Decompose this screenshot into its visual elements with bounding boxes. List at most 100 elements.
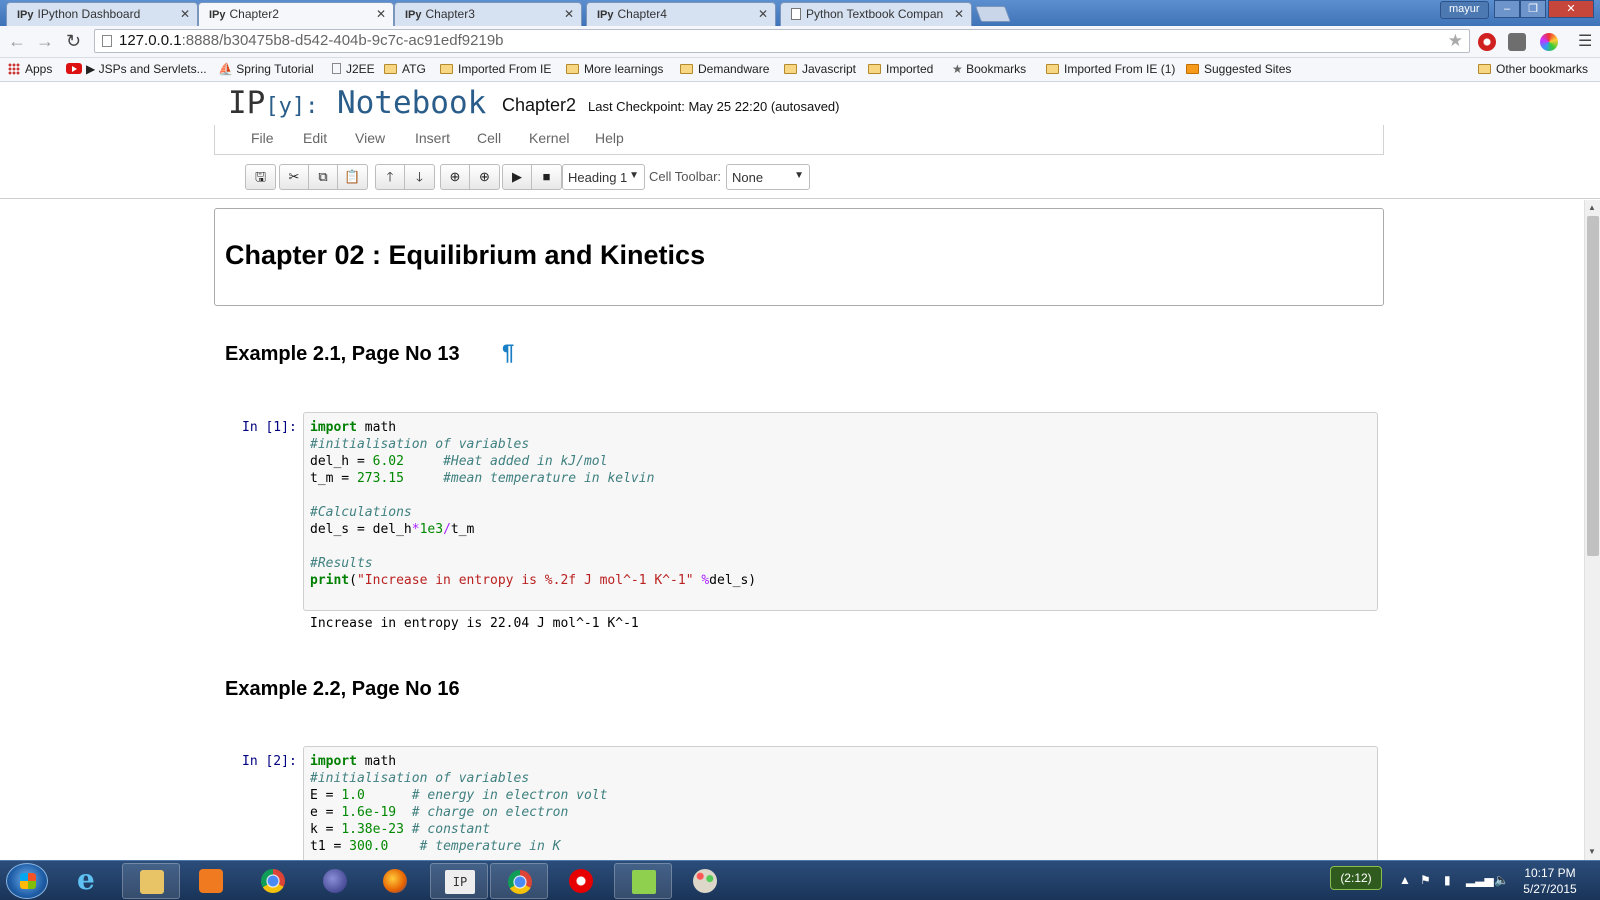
back-arrow-icon[interactable]: ←: [8, 31, 26, 52]
bookmark-javascript[interactable]: Javascript: [784, 62, 856, 76]
menu-edit[interactable]: Edit: [303, 130, 327, 146]
close-tab-icon[interactable]: ✕: [758, 7, 768, 21]
taskbar-chrome-active[interactable]: [490, 863, 548, 899]
folder-icon: [1478, 64, 1491, 74]
action-center-flag-icon[interactable]: ⚑: [1420, 873, 1431, 887]
page-icon: [791, 8, 801, 20]
tab-chapter3[interactable]: IPy Chapter3 ✕: [394, 2, 582, 26]
page-icon: [102, 35, 112, 47]
bookmark-j2ee[interactable]: J2EE: [332, 62, 375, 76]
browser-toolbar: ← → ↻ 127.0.0.1:8888/b30475b8-d542-404b-…: [0, 26, 1600, 58]
volume-icon[interactable]: 🔈: [1494, 873, 1509, 887]
tab-chapter2[interactable]: IPy Chapter2 ✕: [198, 2, 394, 26]
menu-help[interactable]: Help: [595, 130, 624, 146]
browser-tab-strip: IPy IPython Dashboard ✕ IPy Chapter2 ✕ IPy…: [0, 0, 1600, 26]
notebook-name[interactable]: Chapter2: [502, 95, 576, 116]
scrollbar-thumb[interactable]: [1587, 216, 1599, 556]
tab-python-textbook[interactable]: Python Textbook Compan ✕: [780, 2, 972, 26]
close-tab-icon[interactable]: ✕: [180, 7, 190, 21]
restore-icon[interactable]: ❐: [1520, 0, 1546, 18]
taskbar-vodafone[interactable]: [552, 863, 610, 899]
run-icon[interactable]: ▶: [503, 165, 532, 189]
code-editor-2[interactable]: import math #initialisation of variables…: [310, 753, 607, 855]
close-tab-icon[interactable]: ✕: [564, 7, 574, 21]
paste-icon[interactable]: 📋: [338, 165, 367, 189]
bookmark-other-bookmarks[interactable]: Other bookmarks: [1478, 62, 1588, 76]
code-editor-1[interactable]: import math #initialisation of variables…: [310, 419, 756, 589]
bookmark-bookmarks[interactable]: ★ Bookmarks: [952, 62, 1026, 76]
chrome-menu-icon[interactable]: ☰: [1578, 31, 1592, 51]
close-tab-icon[interactable]: ✕: [954, 7, 964, 21]
stop-icon[interactable]: ■: [532, 165, 561, 189]
taskbar-file-explorer[interactable]: [122, 863, 180, 899]
bookmark-atg[interactable]: ATG: [384, 62, 426, 76]
bookmark-suggested-sites[interactable]: Suggested Sites: [1186, 62, 1291, 76]
ipython-logo[interactable]: IP[y]: Notebook: [228, 85, 486, 121]
reload-icon[interactable]: ↻: [66, 31, 81, 52]
extension-icon[interactable]: [1508, 33, 1526, 51]
chevron-down-icon: ▼: [629, 170, 639, 181]
adblock-icon[interactable]: [1478, 33, 1496, 51]
bookmark-imported-from-ie-1[interactable]: Imported From IE (1): [1046, 62, 1175, 76]
insert-below-icon[interactable]: ⊕: [470, 165, 499, 189]
taskbar-charts-app[interactable]: [614, 863, 672, 899]
window-close-icon[interactable]: ✕: [1548, 0, 1594, 18]
bookmark-imported[interactable]: Imported: [868, 62, 933, 76]
page-scrollbar[interactable]: ▲ ▼: [1584, 200, 1600, 860]
tab-ipython-dashboard[interactable]: IPy IPython Dashboard ✕: [6, 2, 198, 26]
bookmark-spring[interactable]: ⛵ Spring Tutorial: [218, 62, 314, 76]
anchor-link-icon[interactable]: ¶: [502, 340, 514, 366]
network-signal-icon[interactable]: ▂▃▅: [1466, 873, 1494, 887]
address-bar[interactable]: 127.0.0.1:8888/b30475b8-d542-404b-9c7c-a…: [94, 29, 1470, 53]
taskbar-paint[interactable]: [676, 863, 734, 899]
tab-chapter4[interactable]: IPy Chapter4 ✕: [586, 2, 776, 26]
taskbar-ipython[interactable]: IP: [430, 863, 488, 899]
bookmark-imported-from-ie[interactable]: Imported From IE: [440, 62, 551, 76]
save-icon[interactable]: 🖫: [246, 165, 275, 189]
cell-type-select[interactable]: Heading 1 ▼: [562, 164, 645, 190]
insert-above-icon[interactable]: ⊕: [441, 165, 470, 189]
bookmark-more-learnings[interactable]: More learnings: [566, 62, 663, 76]
menu-kernel[interactable]: Kernel: [529, 130, 569, 146]
scroll-down-icon[interactable]: ▼: [1588, 847, 1596, 856]
forward-arrow-icon[interactable]: →: [36, 31, 54, 52]
battery-icon[interactable]: ▮: [1444, 873, 1451, 887]
scroll-up-icon[interactable]: ▲: [1588, 203, 1596, 212]
close-tab-icon[interactable]: ✕: [376, 7, 386, 21]
cell-toolbar-select[interactable]: None ▼: [726, 164, 810, 190]
code-cell-2[interactable]: import math #initialisation of variables…: [303, 746, 1378, 860]
menu-insert[interactable]: Insert: [415, 130, 450, 146]
start-button[interactable]: [6, 863, 48, 899]
taskbar-firefox[interactable]: [366, 863, 424, 899]
taskbar-clock[interactable]: 10:17 PM 5/27/2015: [1510, 865, 1590, 897]
new-tab-button[interactable]: [975, 6, 1011, 22]
internet-explorer-icon: e: [77, 863, 95, 896]
taskbar-chrome[interactable]: [244, 863, 302, 899]
bookmark-star-icon[interactable]: ★: [1448, 31, 1463, 51]
show-hidden-icons-icon[interactable]: ▲: [1399, 873, 1411, 887]
menu-file[interactable]: File: [251, 130, 274, 146]
bookmark-jsps[interactable]: ▶ JSPs and Servlets...: [66, 62, 207, 76]
bookmark-demandware[interactable]: Demandware: [680, 62, 769, 76]
cut-icon[interactable]: ✂: [280, 165, 309, 189]
eclipse-icon: [323, 869, 347, 893]
bookmark-apps[interactable]: Apps: [8, 62, 52, 76]
copy-icon[interactable]: ⧉: [309, 165, 338, 189]
profile-button[interactable]: mayur: [1440, 1, 1489, 19]
input-prompt-1: In [1]:: [242, 420, 297, 435]
ipython-icon: IP: [445, 870, 475, 894]
move-up-icon[interactable]: 🡑: [376, 165, 405, 189]
code-cell-1[interactable]: import math #initialisation of variables…: [303, 412, 1378, 611]
taskbar-eclipse[interactable]: [306, 863, 364, 899]
cell-output-1: Increase in entropy is 22.04 J mol^-1 K^…: [310, 616, 639, 631]
taskbar-media-player[interactable]: [182, 863, 240, 899]
minimize-icon[interactable]: –: [1494, 0, 1520, 18]
taskbar-internet-explorer[interactable]: e: [60, 863, 118, 899]
color-picker-icon[interactable]: [1540, 33, 1558, 51]
battery-status-badge[interactable]: (2:12): [1330, 866, 1382, 890]
windows-logo-icon: [20, 873, 36, 889]
menu-view[interactable]: View: [355, 130, 385, 146]
move-down-icon[interactable]: 🡓: [405, 165, 434, 189]
menu-cell[interactable]: Cell: [477, 130, 501, 146]
paint-palette-icon: [693, 869, 717, 893]
